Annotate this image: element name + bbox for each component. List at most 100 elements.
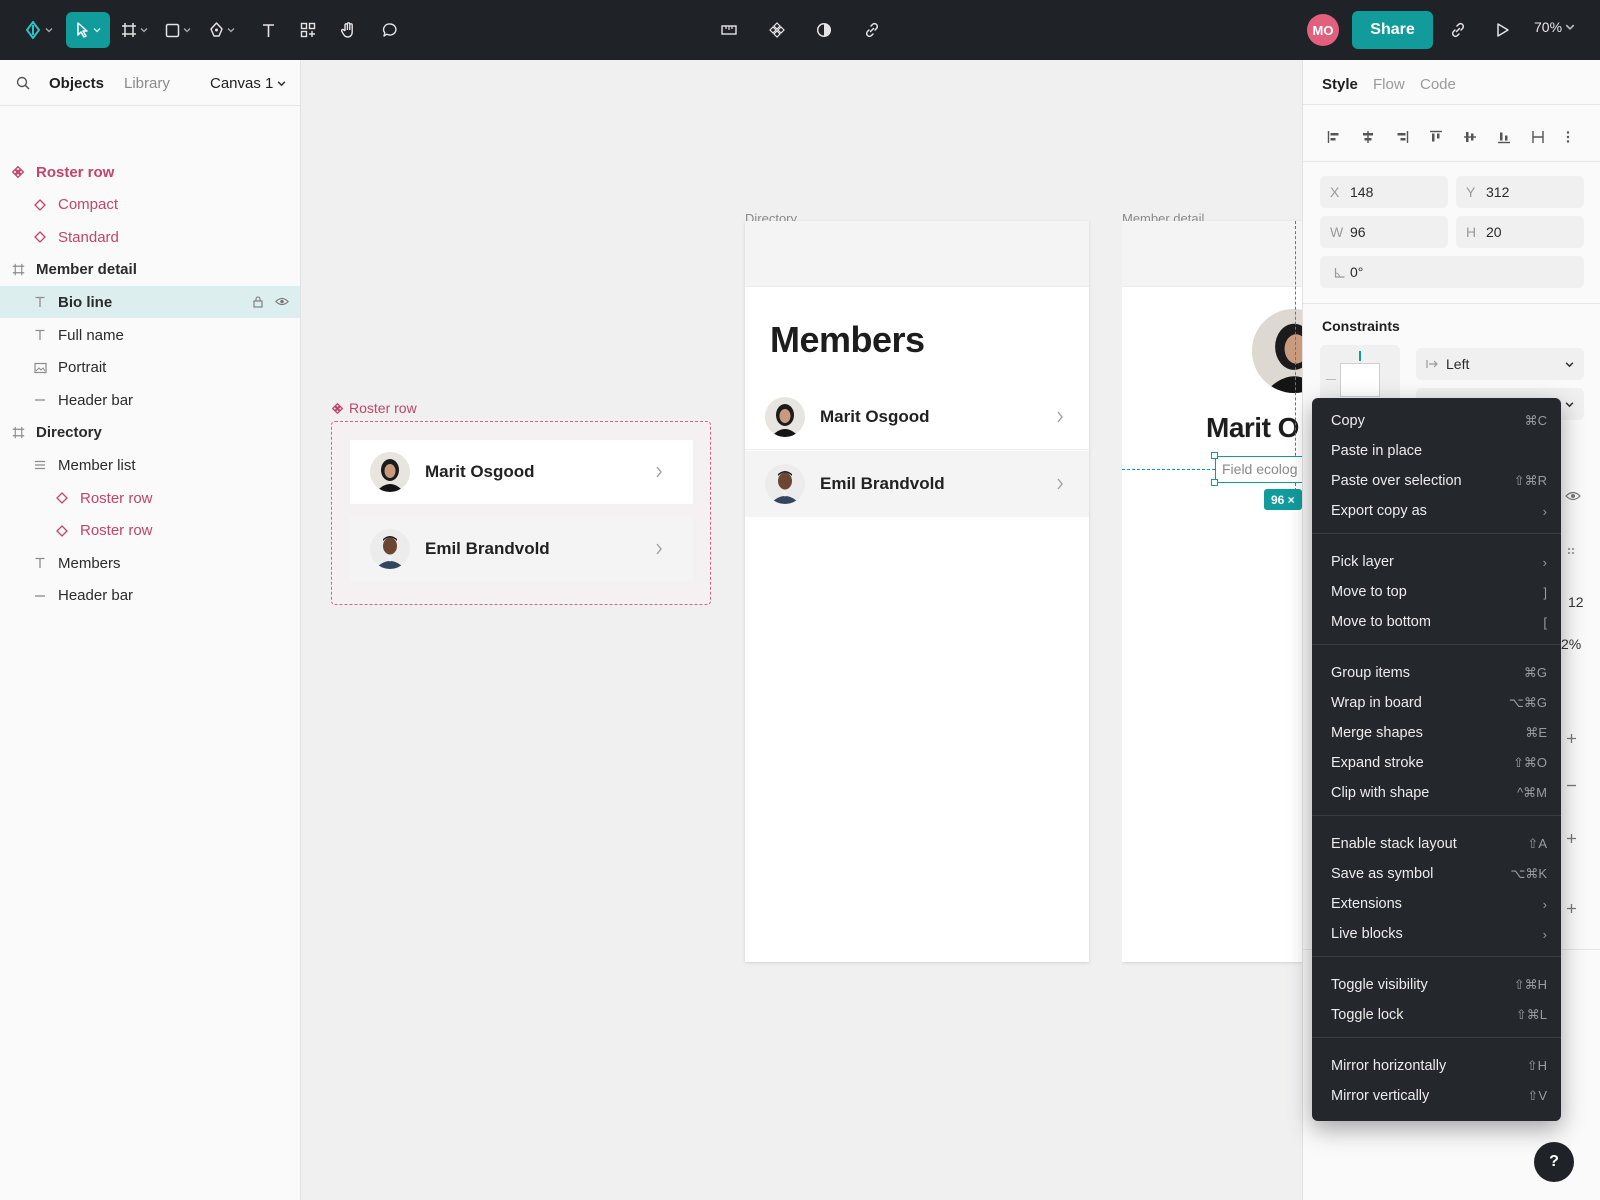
component-frame-label[interactable]: Roster row	[332, 400, 417, 416]
canvas-selector[interactable]: Canvas 1	[210, 75, 286, 92]
plus-icon[interactable]	[1566, 733, 1577, 744]
menu-item-enable-stack-layout[interactable]: Enable stack layout ⇧A	[1312, 829, 1561, 859]
member-detail-frame-label[interactable]: Member detail	[1122, 211, 1204, 221]
pen-tool-button[interactable]	[204, 12, 240, 48]
directory-frame[interactable]: Members Marit Osgood Emil Brandvold	[745, 221, 1089, 962]
ruler-button[interactable]	[712, 12, 746, 48]
drag-handle-icon[interactable]	[1567, 547, 1575, 559]
list-item[interactable]: Marit Osgood	[745, 384, 1089, 450]
menu-item-export-copy-as[interactable]: Export copy as ›	[1312, 496, 1561, 526]
tab-library[interactable]: Library	[124, 75, 170, 92]
tab-style[interactable]: Style	[1322, 76, 1358, 93]
roster-row-compact[interactable]: Marit Osgood	[350, 440, 693, 504]
height-field[interactable]: H 20	[1456, 216, 1584, 248]
menu-item-group-items[interactable]: Group items ⌘G	[1312, 658, 1561, 688]
roster-row-component[interactable]: Marit Osgood Emil Brandvold	[331, 421, 711, 605]
align-center-horizontal-icon[interactable]	[1361, 130, 1375, 144]
align-top-icon[interactable]	[1429, 130, 1443, 144]
align-right-icon[interactable]	[1395, 130, 1409, 144]
layer-item[interactable]: Header bar	[0, 580, 300, 612]
menu-item-merge-shapes[interactable]: Merge shapes ⌘E	[1312, 718, 1561, 748]
layer-item[interactable]: Roster row	[0, 156, 300, 188]
menu-item-expand-stroke[interactable]: Expand stroke ⇧⌘O	[1312, 748, 1561, 778]
menu-item-paste-over-selection[interactable]: Paste over selection ⇧⌘R	[1312, 466, 1561, 496]
menu-item-move-to-top[interactable]: Move to top]	[1312, 577, 1561, 607]
menu-item-paste-in-place[interactable]: Paste in place	[1312, 436, 1561, 466]
more-icon[interactable]	[1566, 130, 1570, 144]
menu-item-toggle-lock[interactable]: Toggle lock ⇧⌘L	[1312, 1000, 1561, 1030]
align-bottom-icon[interactable]	[1497, 130, 1511, 144]
components-tool-button[interactable]	[292, 12, 324, 48]
eye-icon[interactable]	[275, 297, 289, 306]
user-avatar[interactable]: MO	[1307, 14, 1339, 46]
comment-tool-button[interactable]	[374, 12, 406, 48]
member-detail-frame[interactable]: Marit O	[1122, 221, 1302, 962]
lock-icon[interactable]	[253, 296, 263, 308]
search-icon[interactable]	[16, 76, 30, 90]
hand-tool-button[interactable]	[332, 12, 364, 48]
list-item[interactable]: Emil Brandvold	[745, 451, 1089, 517]
horizontal-constraint-select[interactable]: Left	[1416, 348, 1584, 380]
contrast-button[interactable]	[807, 12, 841, 48]
distribute-icon[interactable]	[1531, 130, 1545, 144]
link-button[interactable]	[855, 12, 889, 48]
component-button[interactable]	[760, 12, 794, 48]
move-tool-button[interactable]	[66, 12, 110, 48]
menu-item-wrap-in-board[interactable]: Wrap in board ⌥⌘G	[1312, 688, 1561, 718]
main-menu-button[interactable]	[14, 12, 62, 48]
text-tool-button[interactable]	[252, 12, 284, 48]
plus-icon[interactable]	[1566, 833, 1577, 844]
help-button[interactable]: ?	[1534, 1142, 1574, 1182]
layer-item[interactable]: Roster row	[0, 482, 300, 514]
tab-code[interactable]: Code	[1420, 76, 1456, 93]
chevron-right-icon: ›	[1542, 554, 1547, 570]
x-field[interactable]: X 148	[1320, 176, 1448, 208]
layer-item[interactable]: Portrait	[0, 352, 300, 384]
menu-item-extensions[interactable]: Extensions ›	[1312, 889, 1561, 919]
layer-item[interactable]: Full name	[0, 319, 300, 351]
layer-item[interactable]: Bio line	[0, 286, 300, 319]
menu-item-mirror-horizontally[interactable]: Mirror horizontally ⇧H	[1312, 1051, 1561, 1081]
resize-handle[interactable]	[1211, 479, 1218, 486]
bio-line-selection[interactable]: Field ecolog	[1215, 456, 1302, 483]
copy-link-button[interactable]	[1442, 12, 1474, 48]
width-field[interactable]: W 96	[1320, 216, 1448, 248]
layer-item[interactable]: Header bar	[0, 384, 300, 416]
layer-item[interactable]: Standard	[0, 221, 300, 253]
resize-handle[interactable]	[1211, 452, 1218, 459]
menu-item-pick-layer[interactable]: Pick layer ›	[1312, 547, 1561, 577]
board-tool-button[interactable]	[116, 12, 152, 48]
menu-item-move-to-bottom[interactable]: Move to bottom [	[1312, 607, 1561, 637]
menu-item-mirror-vertically[interactable]: Mirror vertically ⇧V	[1312, 1081, 1561, 1111]
menu-item-copy[interactable]: Copy ⌘C	[1312, 406, 1561, 436]
y-field[interactable]: Y 312	[1456, 176, 1584, 208]
tab-flow[interactable]: Flow	[1373, 76, 1405, 93]
present-button[interactable]	[1487, 12, 1519, 48]
layer-item[interactable]: Roster row	[0, 515, 300, 547]
menu-item-clip-with-shape[interactable]: Clip with shape ^⌘M	[1312, 778, 1561, 808]
menu-item-save-as-symbol[interactable]: Save as symbol ⌥⌘K	[1312, 859, 1561, 889]
rotation-field[interactable]: 0°	[1320, 256, 1584, 288]
plus-icon[interactable]	[1566, 903, 1577, 914]
constraint-top-marker[interactable]	[1359, 351, 1361, 361]
eye-icon[interactable]	[1565, 491, 1581, 501]
layer-item[interactable]: Directory	[0, 417, 300, 449]
layer-item[interactable]: Compact	[0, 189, 300, 221]
share-button[interactable]: Share	[1352, 11, 1433, 49]
layer-item[interactable]: Member list	[0, 449, 300, 481]
rectangle-tool-button[interactable]	[160, 12, 196, 48]
menu-item-live-blocks[interactable]: Live blocks ›	[1312, 919, 1561, 949]
zoom-selector[interactable]: 70%	[1534, 19, 1575, 35]
tab-objects[interactable]: Objects	[49, 75, 104, 92]
layer-item[interactable]: Member detail	[0, 254, 300, 286]
constraints-widget[interactable]	[1320, 345, 1400, 405]
constraint-left-marker[interactable]	[1326, 379, 1336, 380]
layer-item-label: Standard	[58, 228, 119, 246]
align-center-vertical-icon[interactable]	[1463, 130, 1477, 144]
layer-item[interactable]: Members	[0, 547, 300, 579]
align-left-icon[interactable]	[1327, 130, 1341, 144]
minus-icon[interactable]	[1566, 780, 1577, 791]
menu-item-toggle-visibility[interactable]: Toggle visibility ⇧⌘H	[1312, 970, 1561, 1000]
roster-row-standard[interactable]: Emil Brandvold	[350, 517, 693, 581]
directory-frame-label[interactable]: Directory	[745, 211, 797, 221]
